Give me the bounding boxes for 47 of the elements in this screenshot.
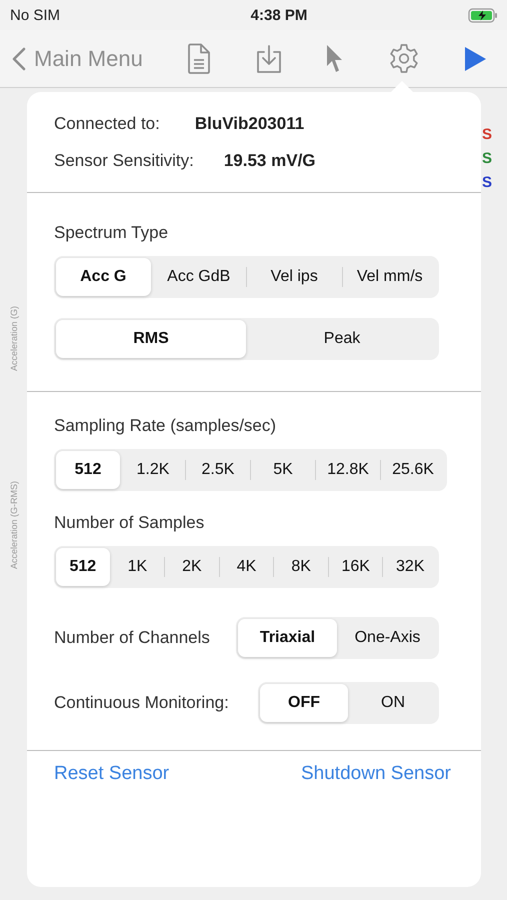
section-label: Number of Channels	[54, 628, 210, 648]
sensitivity-value: 19.53 mV/G	[224, 150, 316, 170]
action-link[interactable]: Shutdown Sensor	[301, 763, 451, 785]
segment-option[interactable]: 8K	[274, 548, 328, 586]
chevron-left-icon	[12, 46, 26, 70]
axis-label: Acceleration (G)	[8, 306, 18, 372]
segment-option[interactable]: 5K	[251, 451, 315, 489]
segment-option[interactable]: 12.8K	[316, 451, 380, 489]
action-link[interactable]: Reset Sensor	[54, 763, 170, 785]
section-label: Continuous Monitoring:	[54, 693, 229, 713]
segment-option[interactable]: ON	[349, 684, 437, 722]
document-icon[interactable]	[186, 42, 212, 74]
legend-letter: S	[482, 150, 492, 167]
download-icon[interactable]	[254, 44, 282, 74]
segment-option[interactable]: Acc G	[56, 258, 150, 296]
segment-option[interactable]: 25.6K	[381, 451, 445, 489]
segment-option[interactable]: 32K	[383, 548, 438, 586]
carrier-text: No SIM	[10, 6, 60, 24]
segment-option[interactable]: Vel ips	[247, 258, 342, 296]
segment-option[interactable]: Peak	[247, 320, 437, 358]
status-time: 4:38 PM	[250, 6, 308, 24]
section-label: Number of Samples	[54, 513, 204, 533]
segment-option[interactable]: 1.2K	[121, 451, 185, 489]
device-name: BluVib203011	[194, 114, 304, 134]
legend-letter: S	[482, 174, 492, 191]
segment-option[interactable]: 2.5K	[186, 451, 250, 489]
segment-option[interactable]: Triaxial	[238, 619, 337, 657]
axis-label: Acceleration (G-RMS)	[8, 481, 18, 570]
segment-option[interactable]: Acc GdB	[152, 258, 246, 296]
segment-option[interactable]: RMS	[56, 320, 246, 358]
battery-icon	[468, 8, 498, 22]
section-label: Spectrum Type	[54, 223, 168, 243]
segment-option[interactable]: Vel mm/s	[342, 258, 437, 296]
segment-option[interactable]: 2K	[165, 548, 219, 586]
field-label: Sensor Sensitivity:	[54, 150, 194, 170]
segment-option[interactable]: OFF	[260, 684, 348, 722]
legend-letter: S	[482, 126, 492, 143]
segment-option[interactable]: One-Axis	[338, 619, 437, 657]
field-label: Connected to:	[54, 114, 160, 134]
section-label: Sampling Rate (samples/sec)	[54, 416, 276, 436]
segment-option[interactable]: 16K	[328, 548, 382, 586]
segment-option[interactable]: 512	[56, 548, 110, 586]
segment-option[interactable]: 512	[56, 451, 120, 489]
settings-icon[interactable]	[388, 42, 420, 74]
segment-option[interactable]: 4K	[220, 548, 274, 586]
play-icon[interactable]	[462, 46, 487, 72]
segment-option[interactable]: 1K	[110, 548, 164, 586]
